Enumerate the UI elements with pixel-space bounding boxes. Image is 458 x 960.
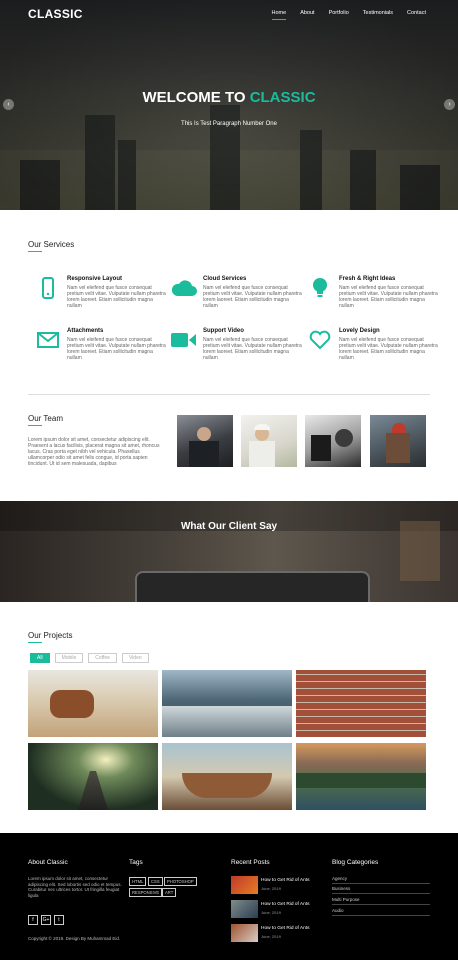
envelope-icon (35, 328, 61, 352)
service-item: Responsive Layout Nam vel eleifend que fu… (42, 276, 167, 309)
project-thumbnail[interactable] (28, 670, 158, 737)
cloud-icon (171, 276, 197, 300)
footer-about-title: About Classic (28, 859, 68, 866)
filter-video[interactable]: Video (121, 653, 149, 663)
filter-coffee[interactable]: Coffee (88, 653, 117, 663)
category-link[interactable]: Business (332, 886, 430, 894)
post-thumbnail[interactable] (231, 876, 258, 894)
post-date: June, 2019 (261, 934, 281, 939)
service-item: Attachments Nam vel eleifend que fusce co… (37, 328, 167, 361)
hero-title: WELCOME TO CLASSIC (142, 89, 316, 106)
post-thumbnail[interactable] (231, 924, 258, 942)
prev-slide-arrow-icon[interactable]: ‹ (3, 99, 14, 110)
main-nav: Home About Portfolio Testimonials Contac… (271, 10, 426, 20)
team-title: Our Team (28, 414, 63, 426)
facebook-icon[interactable]: f (28, 915, 38, 925)
project-filters: All Mobile Coffee Video (30, 653, 149, 663)
service-item: Cloud Services Nam vel eleifend que fusce… (171, 276, 303, 309)
team-member-photo[interactable] (241, 415, 297, 467)
category-link[interactable]: Agency (332, 876, 430, 884)
tag-css[interactable]: CSS (148, 877, 163, 886)
nav-testimonials[interactable]: Testimonials (363, 10, 393, 20)
recent-post[interactable]: How to Get Rid of Ants June, 2019 (231, 900, 321, 918)
project-thumbnail[interactable] (296, 670, 426, 737)
footer-about-text: Lorem ipsum dolor sit amet, consectetur … (28, 876, 122, 898)
project-thumbnail[interactable] (296, 743, 426, 810)
footer-tags-title: Tags (129, 859, 143, 866)
tag-html[interactable]: HTML (129, 877, 147, 886)
recent-post[interactable]: How to Get Rid of Ants June, 2019 (231, 924, 321, 942)
post-date: June, 2019 (261, 910, 281, 915)
footer-categories-title: Blog Categories (332, 859, 379, 866)
team-member-photo[interactable] (370, 415, 426, 467)
post-title[interactable]: How to Get Rid of Ants (261, 902, 310, 907)
testimonials-title: What Our Client Say (180, 521, 278, 532)
service-item: Lovely Design Nam vel eleifend que fusce … (309, 328, 439, 361)
team-member-photo[interactable] (305, 415, 361, 467)
tag-photoshop[interactable]: PHOTOSHOP (164, 877, 197, 886)
video-camera-icon (171, 328, 197, 352)
filter-all[interactable]: All (30, 653, 50, 663)
post-title[interactable]: How to Get Rid of Ants (261, 926, 310, 931)
services-title: Our Services (28, 240, 75, 252)
mobile-icon (35, 276, 61, 300)
heart-icon (307, 328, 333, 352)
team-description: Lorem ipsum dolor sit amet, consectetur … (28, 437, 160, 467)
filter-mobile[interactable]: Mobile (54, 653, 84, 663)
testimonials-section: What Our Client Say (0, 501, 458, 602)
project-thumbnail[interactable] (162, 743, 292, 810)
service-item: Support Video Nam vel eleifend que fusce … (171, 328, 303, 361)
tag-responsive[interactable]: RESPONSIVE (129, 888, 163, 897)
google-plus-icon[interactable]: G+ (41, 915, 51, 925)
nav-about[interactable]: About (300, 10, 314, 20)
nav-home[interactable]: Home (271, 10, 287, 20)
post-title[interactable]: How to Get Rid of Ants (261, 878, 310, 883)
divider (28, 394, 430, 395)
project-thumbnail[interactable] (162, 670, 292, 737)
team-member-photo[interactable] (177, 415, 233, 467)
site-logo[interactable]: CLASSIC (28, 7, 83, 21)
post-thumbnail[interactable] (231, 900, 258, 918)
copyright-text: Copyright © 2019. Design By Muhammad Eid… (28, 936, 121, 941)
project-thumbnail[interactable] (28, 743, 158, 810)
category-link[interactable]: Multi Purpose (332, 897, 430, 905)
tag-art[interactable]: ART (162, 888, 177, 897)
hero-slider: CLASSIC Home About Portfolio Testimonial… (0, 0, 458, 210)
next-slide-arrow-icon[interactable]: › (444, 99, 455, 110)
footer-posts-title: Recent Posts (231, 859, 270, 866)
twitter-icon[interactable]: t (54, 915, 64, 925)
recent-post[interactable]: How to Get Rid of Ants June, 2019 (231, 876, 321, 894)
service-item: Fresh & Right Ideas Nam vel eleifend que … (313, 276, 439, 309)
hero-subtitle: This Is Test Paragraph Number One (181, 121, 277, 127)
projects-title: Our Projects (28, 631, 73, 643)
post-date: June, 2019 (261, 886, 281, 891)
lightbulb-icon (307, 276, 333, 300)
category-link[interactable]: Audio (332, 908, 430, 916)
nav-contact[interactable]: Contact (407, 10, 426, 20)
nav-portfolio[interactable]: Portfolio (329, 10, 349, 20)
